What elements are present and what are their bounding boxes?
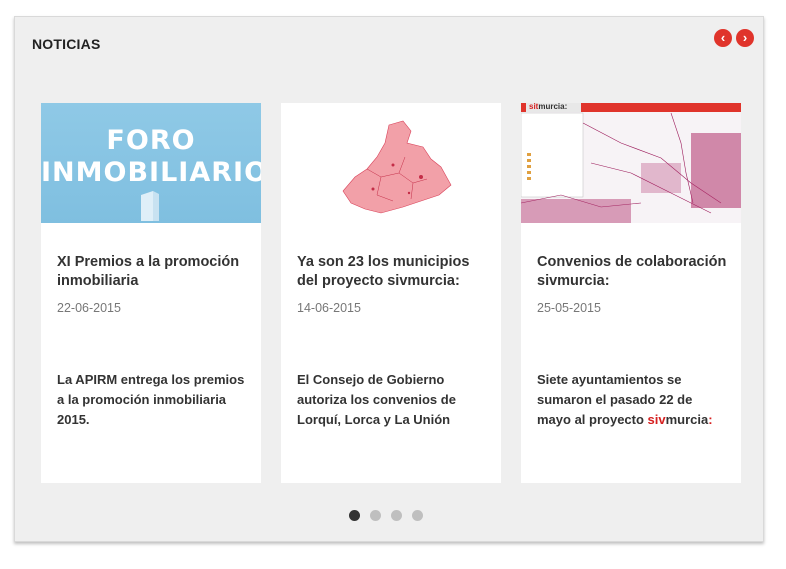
news-date: 25-05-2015: [537, 301, 601, 315]
pagination-dot-3[interactable]: [391, 510, 402, 521]
news-image-foro-inmobiliario[interactable]: FORO INMOBILIARIO: [41, 103, 261, 223]
panel-title: NOTICIAS: [32, 36, 101, 52]
chevron-right-icon[interactable]: ›: [736, 29, 754, 47]
news-card-1[interactable]: FORO INMOBILIARIO XI Premios a la promoc…: [41, 103, 261, 483]
news-summary: El Consejo de Gobierno autoriza los conv…: [297, 372, 456, 427]
news-summary: La APIRM entrega los premios a la promoc…: [57, 372, 245, 427]
pagination-dot-1[interactable]: [349, 510, 360, 521]
news-date: 22-06-2015: [57, 301, 121, 315]
pagination-dot-2[interactable]: [370, 510, 381, 521]
gis-map-icon: [521, 103, 741, 223]
pagination-dot-4[interactable]: [412, 510, 423, 521]
sitmurcia-logo: sitmurcia:: [529, 103, 568, 111]
news-card-3[interactable]: sitmurcia: Convenios de colaboración siv…: [521, 103, 741, 483]
news-image-sitmurcia-screenshot[interactable]: sitmurcia:: [521, 103, 741, 223]
news-date: 14-06-2015: [297, 301, 361, 315]
news-card-2[interactable]: Ya son 23 los municipios del proyecto si…: [281, 103, 501, 483]
news-title[interactable]: XI Premios a la promoción inmobiliaria: [57, 253, 247, 291]
chevron-left-icon[interactable]: ‹: [714, 29, 732, 47]
news-title[interactable]: Convenios de colaboración sivmurcia:: [537, 253, 727, 291]
news-panel: NOTICIAS ‹ › FORO INMOBILIARIO XI Premio…: [14, 16, 764, 542]
news-title[interactable]: Ya son 23 los municipios del proyecto si…: [297, 253, 487, 291]
news-summary: Siete ayuntamientos se sumaron el pasado…: [537, 372, 713, 427]
building-icon: [141, 191, 159, 221]
news-image-region-map[interactable]: [281, 103, 501, 223]
region-map-icon: [342, 120, 452, 214]
